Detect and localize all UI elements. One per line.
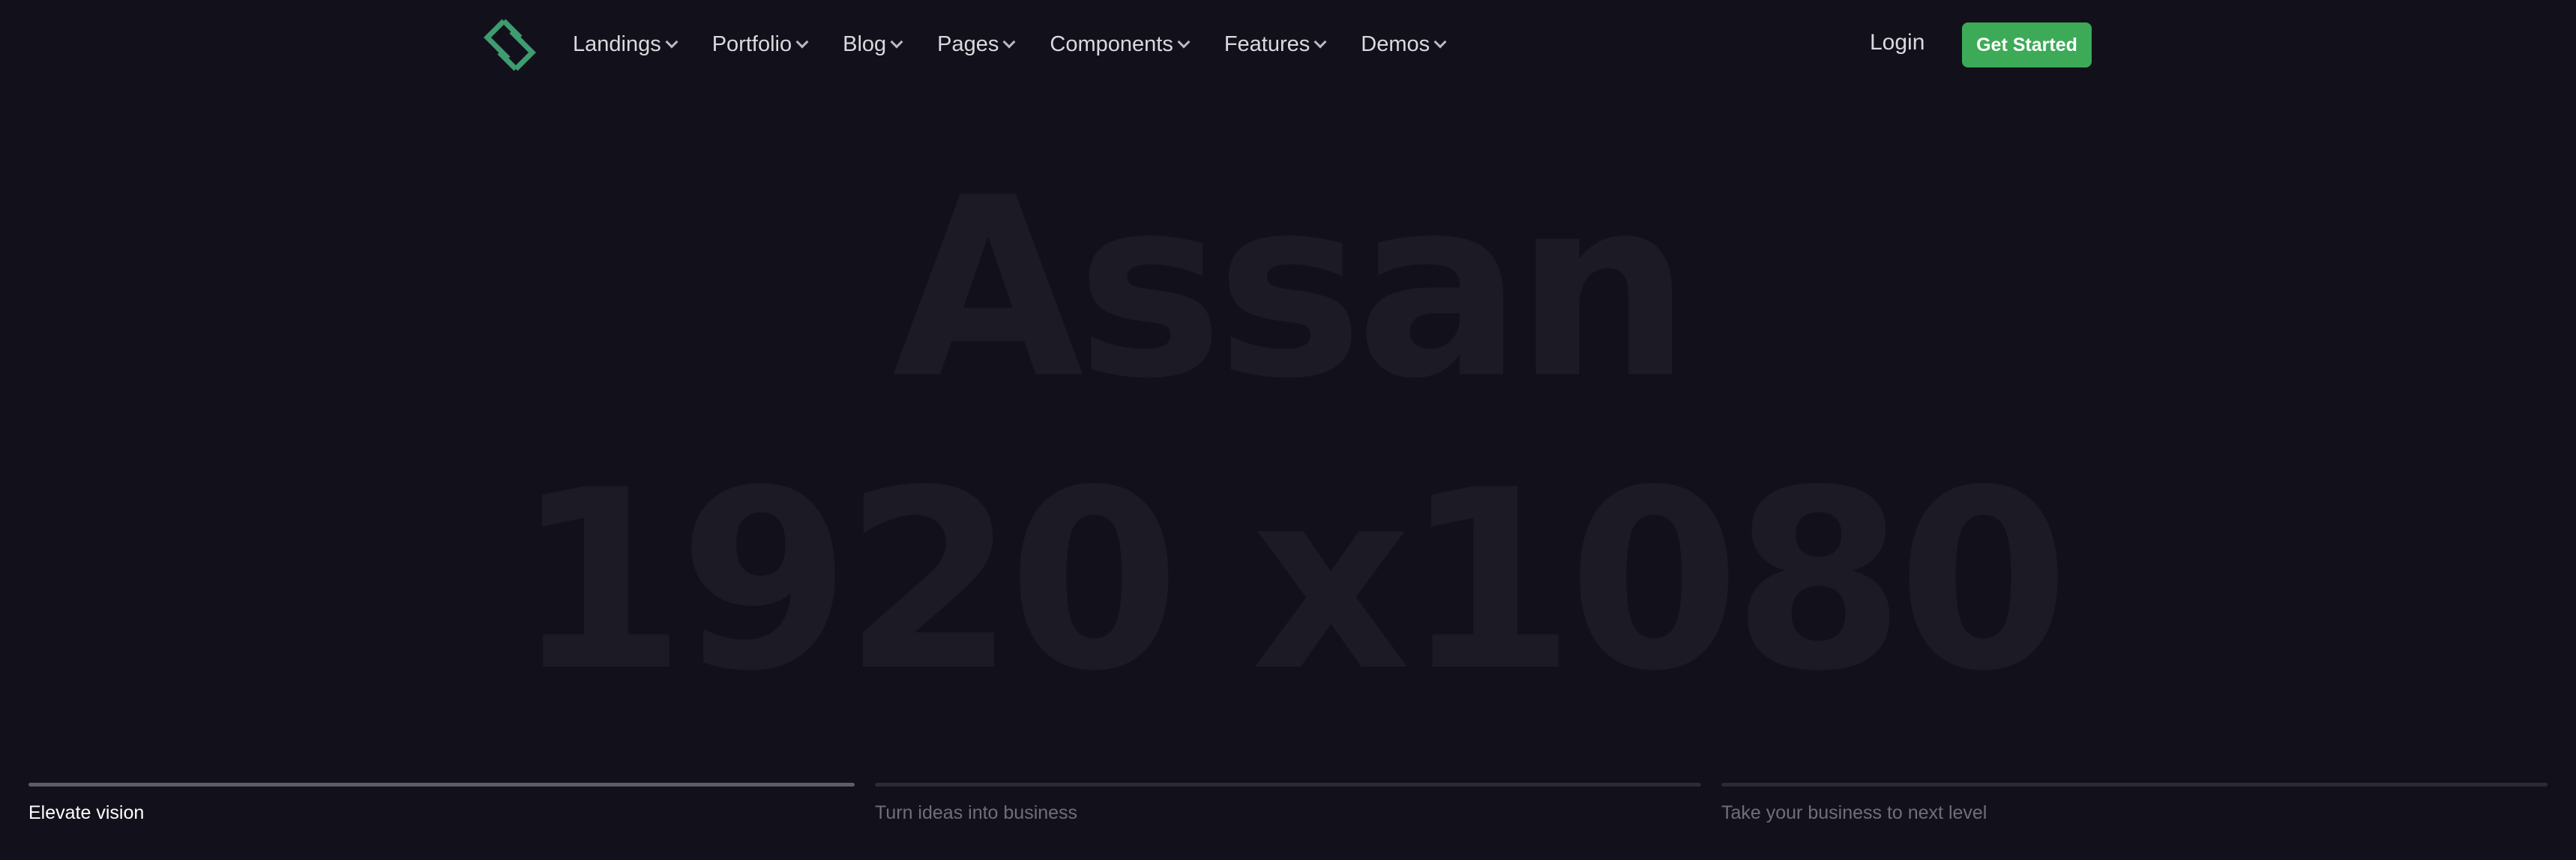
nav-item-portfolio[interactable]: Portfolio — [711, 31, 809, 57]
nav-item-landings[interactable]: Landings — [573, 31, 678, 57]
slide-tab-label: Elevate vision — [28, 802, 145, 823]
slide-progress-bar — [1721, 783, 2548, 787]
login-link[interactable]: Login — [1870, 30, 1925, 55]
slide-tab-label: Take your business to next level — [1721, 802, 1987, 823]
nav-item-label: Demos — [1361, 31, 1430, 56]
slide-tab-label: Turn ideas into business — [875, 802, 1078, 823]
chevron-down-icon — [795, 35, 809, 49]
chevron-down-icon — [1177, 35, 1191, 49]
nav-item-label: Components — [1050, 31, 1173, 56]
brand-logo-icon[interactable] — [481, 16, 538, 73]
nav-item-label: Blog — [843, 31, 887, 56]
chevron-down-icon — [1313, 35, 1327, 49]
page: Landings Portfolio Blog Pages Components… — [0, 0, 2576, 860]
chevron-down-icon — [665, 35, 678, 49]
nav-item-features[interactable]: Features — [1224, 31, 1327, 57]
chevron-down-icon — [1433, 35, 1447, 49]
nav-item-blog[interactable]: Blog — [843, 31, 903, 57]
nav-item-components[interactable]: Components — [1050, 31, 1191, 57]
chevron-down-icon — [890, 35, 903, 49]
slide-tab-3[interactable]: Take your business to next level — [1721, 783, 2548, 824]
nav-item-demos[interactable]: Demos — [1361, 31, 1447, 57]
nav-item-label: Portfolio — [711, 31, 792, 56]
slide-progress-bar — [28, 783, 855, 787]
slide-tab-2[interactable]: Turn ideas into business — [875, 783, 1701, 824]
slide-progress-bar — [875, 783, 1701, 787]
nav-item-label: Pages — [937, 31, 999, 56]
nav-item-label: Features — [1224, 31, 1310, 56]
navbar: Landings Portfolio Blog Pages Components… — [0, 0, 2576, 88]
slide-tab-1[interactable]: Elevate vision — [28, 783, 855, 824]
chevron-down-icon — [1002, 35, 1016, 49]
hero-placeholder-title: Assan — [892, 145, 1691, 433]
hero-placeholder-size: 1920 x1080 — [514, 437, 2070, 725]
nav-item-pages[interactable]: Pages — [937, 31, 1016, 57]
nav-item-label: Landings — [573, 31, 661, 56]
main-nav: Landings Portfolio Blog Pages Components… — [573, 0, 1481, 88]
get-started-button[interactable]: Get Started — [1962, 22, 2092, 67]
slide-progress-fill — [28, 783, 855, 787]
